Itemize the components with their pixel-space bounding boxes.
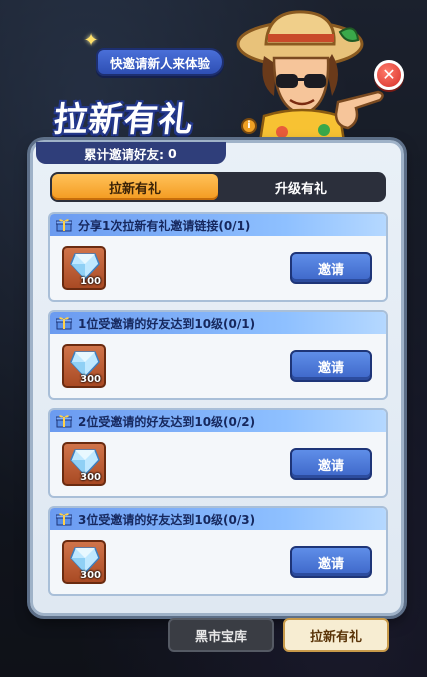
task-body: 300 邀请: [50, 530, 386, 594]
invite-count-bar: 累计邀请好友: 0: [36, 142, 226, 164]
bottom-tab-invite-reward[interactable]: 拉新有礼: [283, 618, 389, 652]
task-body: 300 邀请: [50, 432, 386, 496]
invite-count-label: 累计邀请好友:: [84, 146, 164, 162]
task-header: 1位受邀请的好友达到10级(0/1): [50, 312, 386, 334]
task-item: 分享1次拉新有礼邀请链接(0/1) 100 邀请: [48, 212, 388, 302]
reward-quantity: 100: [80, 276, 101, 287]
reward-item[interactable]: 300: [62, 442, 106, 486]
gift-icon: [56, 415, 72, 428]
task-title: 2位受邀请的好友达到10级(0/2): [78, 414, 256, 429]
invite-button[interactable]: 邀请: [290, 252, 372, 284]
gift-icon: [56, 513, 72, 526]
tab-bar: 拉新有礼 升级有礼: [50, 172, 386, 202]
invite-button[interactable]: 邀请: [290, 448, 372, 480]
reward-item[interactable]: 300: [62, 344, 106, 388]
task-item: 3位受邀请的好友达到10级(0/3) 300 邀请: [48, 506, 388, 596]
reward-item[interactable]: 100: [62, 246, 106, 290]
task-title: 分享1次拉新有礼邀请链接(0/1): [78, 218, 251, 233]
reward-item[interactable]: 300: [62, 540, 106, 584]
page-title: 拉新有礼: [51, 100, 196, 140]
task-title: 1位受邀请的好友达到10级(0/1): [78, 316, 256, 331]
gift-icon: [56, 219, 72, 232]
task-list[interactable]: 分享1次拉新有礼邀请链接(0/1) 100 邀请 1位受邀请的好友达到10级(0…: [48, 212, 390, 612]
task-item: 2位受邀请的好友达到10级(0/2) 300 邀请: [48, 408, 388, 498]
tab-level-reward[interactable]: 升级有礼: [218, 174, 384, 200]
invite-banner: 快邀请新人来体验: [96, 48, 224, 76]
bottom-tab-black-market[interactable]: 黑市宝库: [168, 618, 274, 652]
sparkle-icon: ✦: [83, 30, 99, 51]
task-body: 300 邀请: [50, 334, 386, 398]
close-icon: ✕: [382, 65, 396, 84]
task-header: 2位受邀请的好友达到10级(0/2): [50, 410, 386, 432]
task-item: 1位受邀请的好友达到10级(0/1) 300 邀请: [48, 310, 388, 400]
task-header: 3位受邀请的好友达到10级(0/3): [50, 508, 386, 530]
task-header: 分享1次拉新有礼邀请链接(0/1): [50, 214, 386, 236]
reward-quantity: 300: [80, 374, 101, 385]
reward-quantity: 300: [80, 472, 101, 483]
invite-button[interactable]: 邀请: [290, 546, 372, 578]
close-button[interactable]: ✕: [374, 60, 404, 90]
task-title: 3位受邀请的好友达到10级(0/3): [78, 512, 256, 527]
invite-count-value: 0: [168, 145, 177, 161]
info-icon[interactable]: i: [241, 118, 257, 134]
tab-invite-reward[interactable]: 拉新有礼: [52, 174, 218, 200]
invite-banner-text: 快邀请新人来体验: [109, 55, 210, 71]
task-body: 100 邀请: [50, 236, 386, 300]
reward-quantity: 300: [80, 570, 101, 581]
gift-icon: [56, 317, 72, 330]
invite-button[interactable]: 邀请: [290, 350, 372, 382]
